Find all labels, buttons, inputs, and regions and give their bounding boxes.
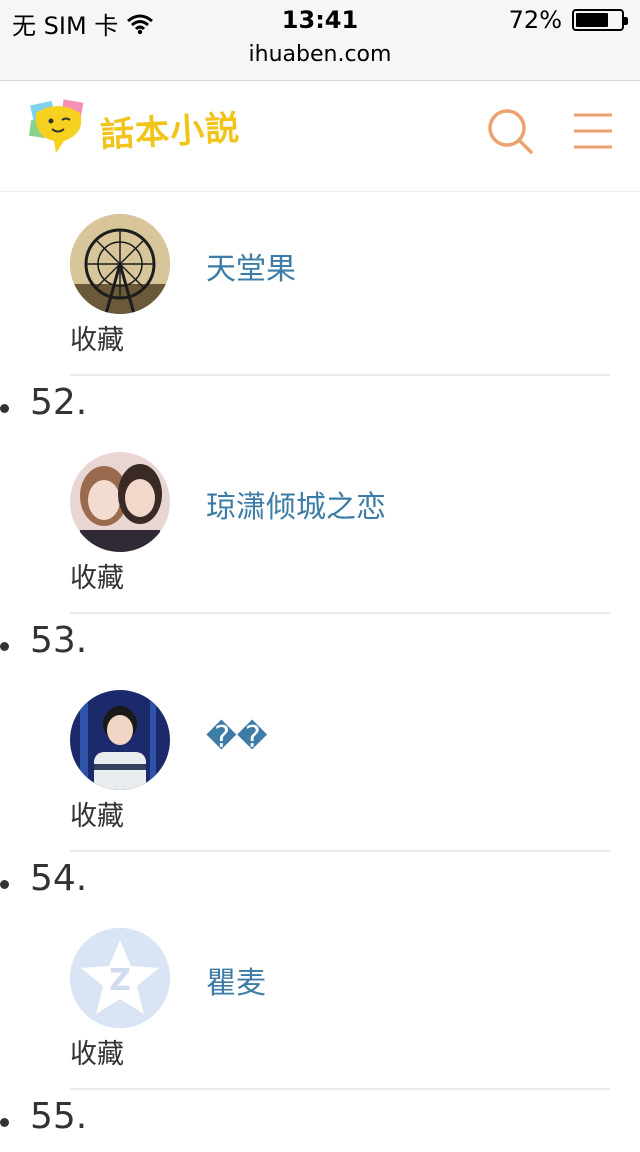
username-link[interactable]: 天堂果 [206,244,296,288]
divider [70,612,610,614]
user-list: 天堂果 收藏 52. 琼潇倾城之恋 收藏 53. �� 收藏 54. Z 瞿麦 … [0,192,640,1152]
ferris-wheel-avatar-image [70,214,170,314]
logo-mascot-icon [28,99,84,153]
user-avatar[interactable] [70,690,170,790]
battery-percent: 72% [508,6,562,34]
site-logo[interactable]: 話本小説 [26,99,242,157]
bullet-icon [0,1118,9,1127]
list-item-number: 52. [30,382,88,423]
user-avatar[interactable] [70,452,170,552]
user-avatar[interactable] [70,214,170,314]
username-link[interactable]: 瞿麦 [206,958,266,1002]
list-item: 53. �� 收藏 [0,616,640,854]
two-girls-avatar-image [70,452,170,552]
list-item-number: 54. [30,858,88,899]
browser-status-bar: 无 SIM 卡 13:41 72% ihuaben.com [0,0,640,81]
battery-indicator: 72% [508,6,628,34]
list-item-header: 52. [0,378,640,438]
divider [70,850,610,852]
site-header: 話本小説 [0,81,640,192]
list-item: 54. Z 瞿麦 收藏 [0,854,640,1092]
list-item: 天堂果 收藏 [0,192,640,378]
svg-text:Z: Z [109,963,131,998]
bullet-icon [0,404,9,413]
divider [70,374,610,376]
divider [70,1088,610,1090]
favorite-button[interactable]: 收藏 [70,1032,124,1071]
username-link[interactable]: �� [206,720,268,755]
list-item-number: 55. [30,1096,88,1137]
favorite-button[interactable]: 收藏 [70,318,124,357]
battery-fill [576,13,608,27]
list-item-header: 55. [0,1092,640,1152]
username-link[interactable]: 琼潇倾城之恋 [206,482,386,526]
user-avatar[interactable]: Z [70,928,170,1028]
search-icon[interactable] [486,107,534,155]
list-item: 55. [0,1092,640,1152]
battery-icon [572,9,628,31]
qzone-default-avatar-icon: Z [70,928,170,1028]
list-item-header: 53. [0,616,640,676]
list-item: 52. 琼潇倾城之恋 收藏 [0,378,640,616]
menu-icon[interactable] [572,111,614,151]
address-bar-url[interactable]: ihuaben.com [0,42,640,67]
favorite-button[interactable]: 收藏 [70,794,124,833]
logo-text: 話本小説 [99,107,242,156]
list-item-number: 53. [30,620,88,661]
list-item-header: 54. [0,854,640,914]
bullet-icon [0,880,9,889]
boy-stage-avatar-image [70,690,170,790]
bullet-icon [0,642,9,651]
favorite-button[interactable]: 收藏 [70,556,124,595]
